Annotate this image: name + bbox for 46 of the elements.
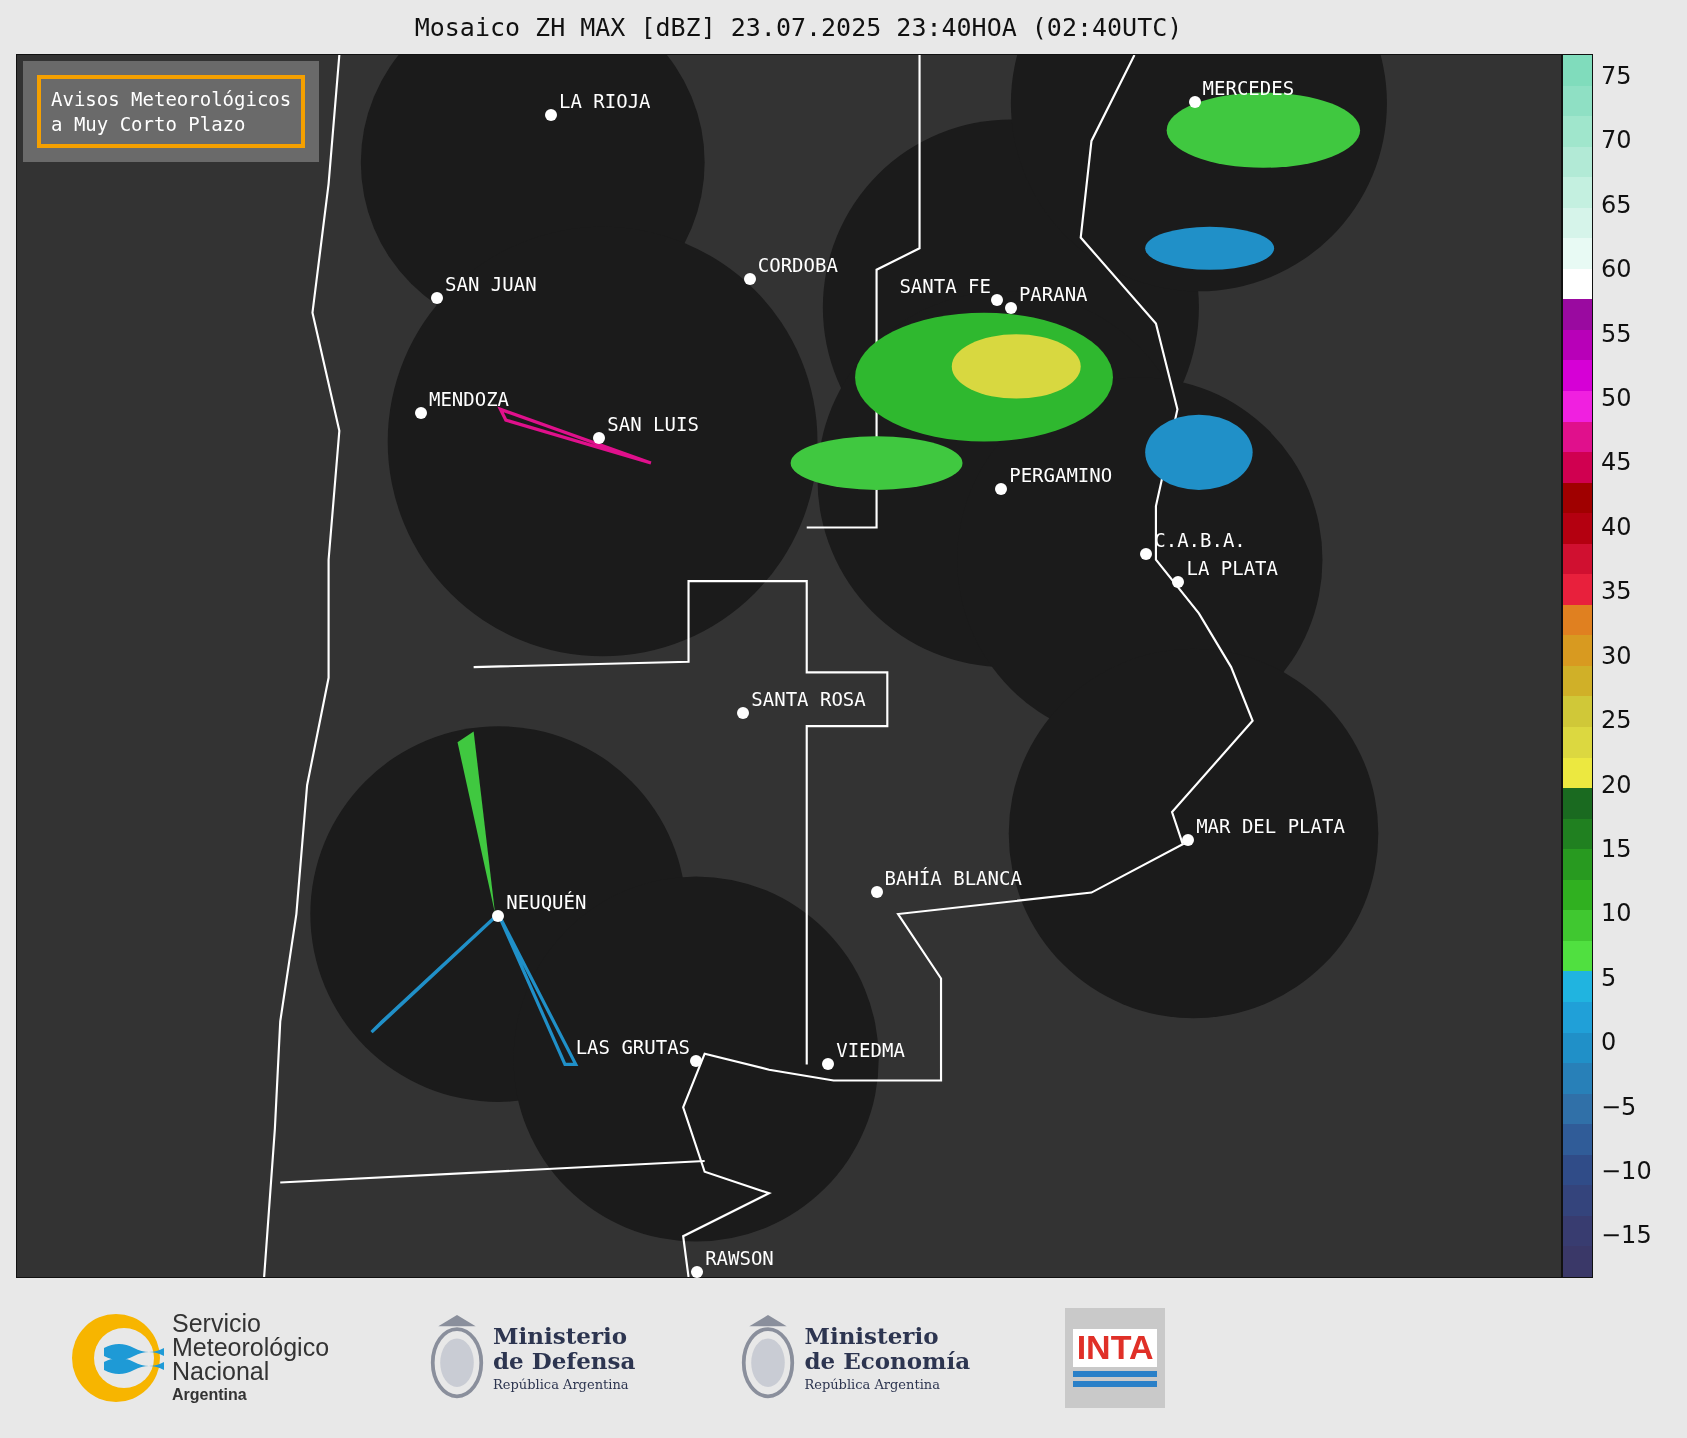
colorbar-tick-label: −10	[1601, 1157, 1652, 1186]
city-label: VIEDMA	[836, 1039, 905, 1062]
city-label: SAN JUAN	[445, 272, 537, 295]
colorbar-tick-label: 45	[1601, 448, 1632, 477]
city-label: LAS GRUTAS	[575, 1035, 691, 1058]
city-label: MENDOZA	[429, 387, 510, 410]
city-label: C.A.B.A.	[1154, 529, 1246, 551]
notice-link[interactable]: Avisos Meteorológicos a Muy Corto Plazo	[37, 75, 306, 149]
country-name: República Argentina	[804, 1376, 941, 1392]
colorbar-tick-label: 25	[1601, 706, 1632, 735]
colorbar-tick-label: 10	[1601, 899, 1632, 928]
colorbar-tick-label: 50	[1601, 384, 1632, 412]
colorbar-tick-label: 0	[1601, 1028, 1617, 1057]
city-label: PARANA	[1018, 283, 1088, 306]
city-label: BAHÍA BLANCA	[884, 866, 1022, 889]
institute-logo: INTA	[1065, 1308, 1166, 1408]
city-label: RAWSON	[705, 1246, 774, 1269]
colorbar-tick-label: 35	[1601, 577, 1632, 606]
city-label: LA PLATA	[1186, 556, 1278, 579]
colorbar-tick-label: 20	[1601, 770, 1632, 799]
ministry-name: Ministerio de Defensa	[493, 1324, 636, 1373]
city-label: SAN LUIS	[607, 413, 699, 436]
ministry-name: Ministerio de Economía	[804, 1324, 971, 1373]
city-label: MAR DEL PLATA	[1196, 814, 1345, 837]
organization-name: Servicio Meteorológico Nacional	[172, 1312, 330, 1384]
city-label: LA RIOJA	[559, 89, 651, 112]
colorbar-tick-label: 60	[1601, 255, 1632, 284]
colorbar-tick-label: 30	[1601, 641, 1632, 670]
colorbar-tick-label: −15	[1601, 1221, 1652, 1250]
colorbar-tick-label: −5	[1601, 1092, 1637, 1121]
colorbar-tick-label: 75	[1601, 61, 1632, 90]
colorbar-tick-label: 65	[1601, 190, 1632, 219]
city-label: MERCEDES	[1202, 76, 1295, 99]
city-label: NEUQUÉN	[506, 890, 587, 913]
country-name: República Argentina	[493, 1376, 630, 1392]
colorbar-tick-label: 15	[1601, 834, 1632, 863]
country-name: Argentina	[172, 1385, 248, 1404]
colorbar-tick-label: 40	[1601, 512, 1632, 541]
city-label: CORDOBA	[757, 254, 838, 277]
city-label: SANTA FE	[899, 274, 991, 297]
city-label: PERGAMINO	[1009, 463, 1113, 486]
colorbar-tick-label: 5	[1601, 963, 1617, 992]
colorbar-tick-label: 55	[1601, 319, 1632, 348]
city-label: SANTA ROSA	[751, 687, 866, 710]
chart-title: Mosaico ZH MAX [dBZ] 23.07.2025 23:40HOA (02:40UTC)	[413, 11, 1184, 44]
colorbar-tick-label: 70	[1601, 126, 1632, 155]
